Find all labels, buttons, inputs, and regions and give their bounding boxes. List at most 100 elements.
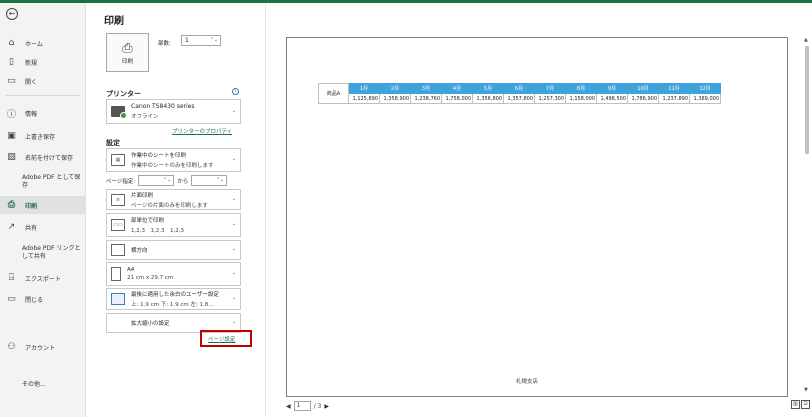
print-preview: 商品A 1月 2月 3月 4月 5月 6月 7月 8月 9月 10月 11月 1…	[266, 3, 812, 417]
margins-select[interactable]: 最後に適用した余白のユーザー設定 上: 1.9 cm 下: 1.9 cm 左: …	[106, 288, 241, 310]
backstage-sidebar: ← ⌂ ホーム ▯ 新規 ▭ 開く ⓘ 情報 ▣ 上書き保存 ▨ 名前を付けて保…	[0, 3, 86, 417]
sidebar-item-new[interactable]: ▯ 新規	[0, 53, 86, 71]
one-sided-icon: ≡	[111, 193, 125, 206]
sidebar-item-save-adobe-pdf[interactable]: Adobe PDF として保存	[0, 170, 86, 194]
product-cell: 商品A	[318, 83, 349, 104]
sidebar-item-label: 印刷	[25, 202, 38, 210]
value-cell: 1,237,890	[658, 93, 690, 104]
sidebar-item-print[interactable]: ⎙ 印刷	[0, 196, 86, 214]
sidebar-item-more[interactable]: その他...	[0, 374, 86, 392]
print-button[interactable]: ⎙ 印刷	[106, 33, 149, 72]
page-setup-link[interactable]: ページ設定	[208, 335, 235, 343]
page-title: 印刷	[104, 16, 124, 27]
orientation-select[interactable]: 横方向 ⌄	[106, 240, 241, 260]
sidebar-item-open[interactable]: ▭ 開く	[0, 72, 86, 90]
month-header: 6月	[503, 83, 535, 94]
chevron-down-icon: ⌄	[231, 319, 236, 325]
pages-from-input[interactable]: ⌃⌄	[138, 175, 175, 186]
settings-heading: 設定	[106, 139, 120, 147]
sidebar-item-label: その他...	[22, 380, 46, 388]
page-total: / 3	[313, 402, 322, 410]
option-desc: 作業中のシートのみを印刷します	[131, 163, 214, 169]
value-cell: 1,125,890	[348, 93, 380, 104]
margins-icon	[111, 293, 125, 305]
sidebar-item-save-as[interactable]: ▨ 名前を付けて保存	[0, 148, 86, 166]
show-margins-icon[interactable]: ▥	[791, 400, 800, 409]
preview-page: 商品A 1月 2月 3月 4月 5月 6月 7月 8月 9月 10月 11月 1…	[286, 37, 788, 397]
chevron-down-icon: ⌄	[231, 221, 236, 227]
scroll-down-icon[interactable]: ▼	[804, 387, 808, 393]
paper-size-select[interactable]: A4 21 cm x 29.7 cm ⌄	[106, 262, 241, 286]
preview-scrollbar[interactable]: ▲ ▼	[804, 37, 810, 393]
value-cell: 1,498,500	[596, 93, 628, 104]
option-title: 片面印刷	[131, 192, 154, 199]
sidebar-item-home[interactable]: ⌂ ホーム	[0, 34, 86, 52]
value-cell: 1,758,000	[441, 93, 473, 104]
table-row: 1,125,890 1,358,900 1,238,760 1,758,000 …	[319, 93, 721, 104]
sidebar-item-export[interactable]: ⍈ エクスポート	[0, 269, 86, 287]
sidebar-item-label: 開く	[25, 78, 38, 86]
paper-icon	[111, 267, 121, 281]
copies-input[interactable]: 1 ⌃⌄	[181, 35, 221, 46]
collate-select[interactable]: ▭▭ 部単位で印刷 1,2,3 1,2,3 1,2,3 ⌄	[106, 213, 241, 237]
sidebar-item-label: ホーム	[25, 40, 43, 48]
option-title: A4	[127, 267, 135, 273]
pages-to-input[interactable]: ⌃⌄	[191, 175, 228, 186]
sidebar-item-account[interactable]: ⚇ アカウント	[0, 338, 86, 356]
spinner-icon[interactable]: ⌃⌄	[210, 36, 218, 45]
printer-select[interactable]: Canon TS8430 series オフライン ⌄	[106, 99, 241, 124]
printer-icon: ⎙	[122, 40, 133, 56]
sidebar-item-close[interactable]: ▭ 閉じる	[0, 290, 86, 308]
landscape-icon	[111, 244, 125, 256]
print-button-label: 印刷	[121, 58, 133, 65]
sidebar-divider	[6, 95, 80, 96]
scaling-icon	[111, 317, 125, 329]
spinner-icon[interactable]: ⌃⌄	[216, 176, 224, 185]
spinner-icon[interactable]: ⌃⌄	[163, 176, 171, 185]
sidebar-item-share[interactable]: ↗ 共有	[0, 218, 86, 236]
close-folder-icon: ▭	[7, 294, 16, 304]
next-page-icon[interactable]: ▶	[324, 403, 329, 410]
print-what-select[interactable]: ▦ 作業中のシートを印刷 作業中のシートのみを印刷します ⌄	[106, 148, 241, 172]
sidebar-item-label: 上書き保存	[25, 133, 56, 141]
sidebar-item-save[interactable]: ▣ 上書き保存	[0, 127, 86, 145]
month-header: 9月	[596, 83, 628, 94]
option-title: 作業中のシートを印刷	[131, 153, 187, 159]
value-cell: 1,356,800	[472, 93, 504, 104]
printer-name: Canon TS8430 series	[131, 103, 195, 110]
scroll-up-icon[interactable]: ▲	[804, 37, 808, 43]
info-icon: ⓘ	[6, 109, 16, 120]
month-header: 1月	[348, 83, 380, 94]
account-icon: ⚇	[7, 342, 16, 352]
sidebar-item-label: 情報	[25, 110, 38, 118]
pages-to-label: から	[177, 178, 189, 185]
chevron-down-icon: ⌄	[231, 270, 236, 276]
sidebar-item-label: 名前を付けて保存	[25, 154, 74, 162]
preview-view-buttons: ▥ ⊡	[791, 400, 810, 409]
month-header: 3月	[410, 83, 442, 94]
info-icon[interactable]: i	[232, 88, 239, 95]
value-cell: 1,238,760	[410, 93, 442, 104]
new-document-icon: ▯	[9, 57, 14, 67]
sides-select[interactable]: ≡ 片面印刷 ページの片面のみを印刷します ⌄	[106, 189, 241, 210]
option-desc: 上: 1.9 cm 下: 1.9 cm 左: 1.8…	[131, 302, 214, 308]
copies-value: 1	[185, 37, 189, 44]
option-title: 拡大縮小の設定	[131, 321, 170, 327]
sidebar-item-share-adobe-pdf-link[interactable]: Adobe PDF リンクとして共有	[0, 241, 86, 265]
zoom-to-page-icon[interactable]: ⊡	[801, 400, 810, 409]
previous-page-icon[interactable]: ◀	[286, 403, 291, 410]
back-arrow-icon[interactable]: ←	[6, 8, 18, 20]
scrollbar-thumb[interactable]	[805, 46, 809, 154]
printer-properties-link[interactable]: プリンターのプロパティ	[172, 127, 232, 135]
page-number-input[interactable]: 1	[293, 401, 311, 411]
print-icon: ⎙	[7, 200, 16, 210]
pages-label: ページ指定:	[106, 178, 136, 185]
option-desc: ページの片面のみを印刷します	[131, 202, 208, 209]
value-cell: 1,786,900	[627, 93, 659, 104]
sidebar-item-info[interactable]: ⓘ 情報	[0, 104, 86, 122]
table-header-row: 商品A 1月 2月 3月 4月 5月 6月 7月 8月 9月 10月 11月 1…	[318, 83, 721, 104]
sidebar-item-label: 閉じる	[25, 296, 44, 304]
month-header: 4月	[441, 83, 473, 94]
copies-label: 部数:	[158, 41, 171, 47]
sales-table: 商品A 1月 2月 3月 4月 5月 6月 7月 8月 9月 10月 11月 1…	[318, 83, 721, 104]
